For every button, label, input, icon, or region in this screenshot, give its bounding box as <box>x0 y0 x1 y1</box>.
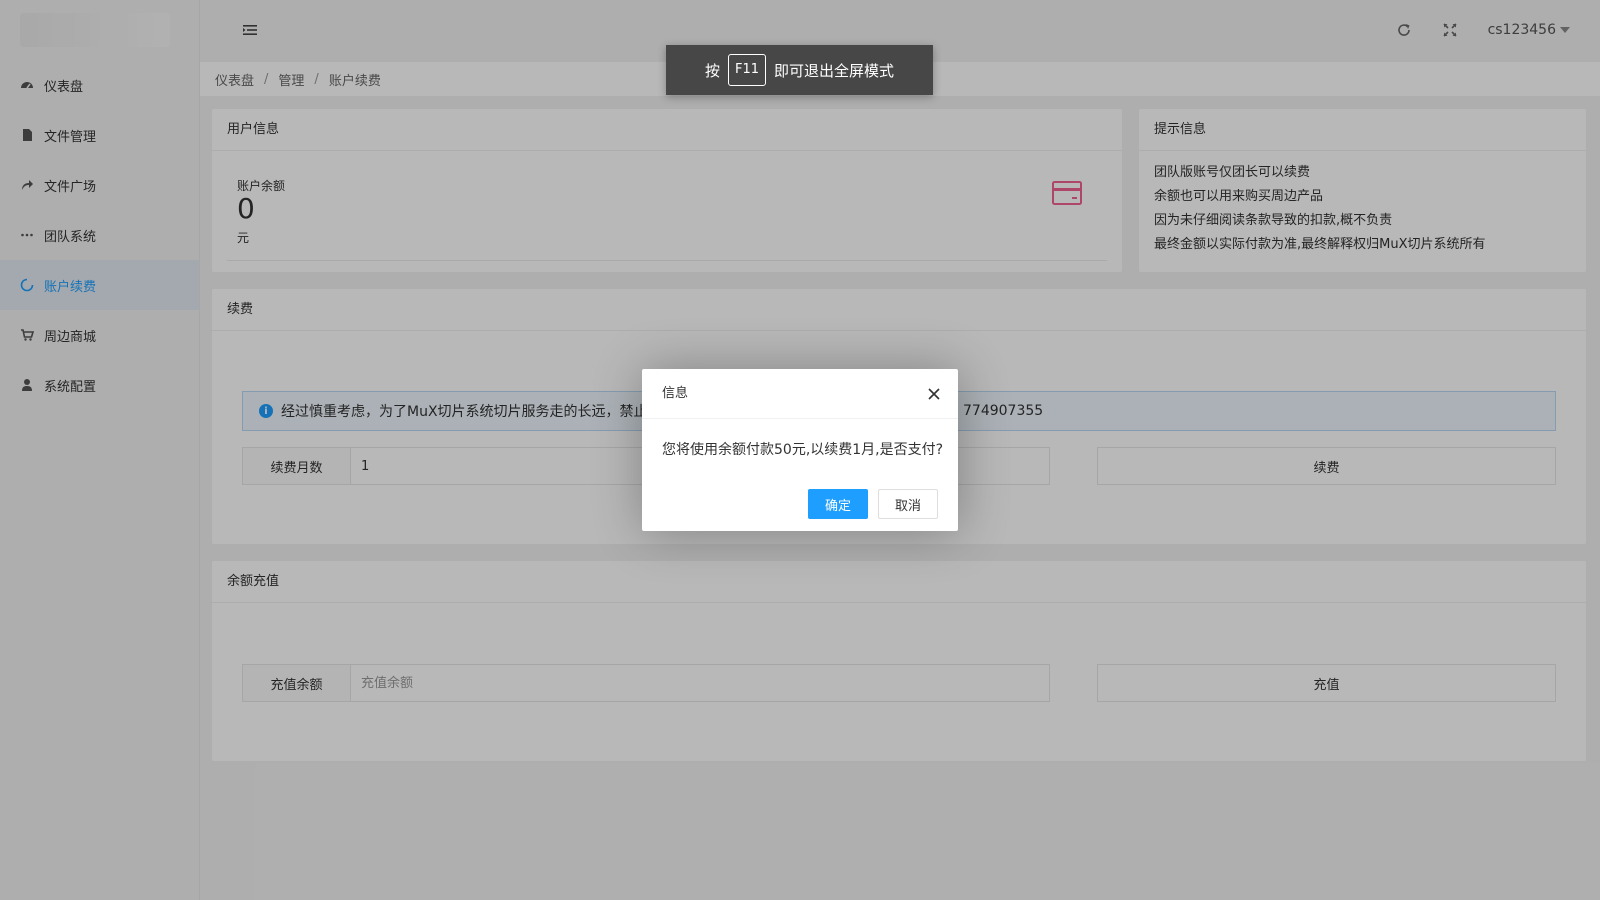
dialog-message: 您将使用余额付款50元,以续费1月,是否支付? <box>662 442 944 458</box>
confirm-dialog: 信息 您将使用余额付款50元,以续费1月,是否支付? 确定 取消 <box>642 369 958 531</box>
dialog-title: 信息 <box>642 369 958 419</box>
close-icon[interactable] <box>926 386 942 402</box>
confirm-button[interactable]: 确定 <box>808 489 868 519</box>
toast-key: F11 <box>727 54 767 86</box>
fullscreen-exit-toast: 按 F11 即可退出全屏模式 <box>666 45 933 95</box>
dialog-actions: 确定 取消 <box>808 489 938 519</box>
toast-prefix: 按 <box>704 61 720 80</box>
cancel-button[interactable]: 取消 <box>878 489 938 519</box>
toast-suffix: 即可退出全屏模式 <box>774 61 895 80</box>
